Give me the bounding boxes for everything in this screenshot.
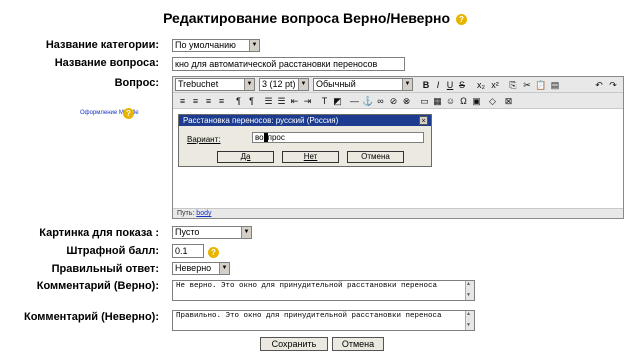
- variant-input[interactable]: во прос: [252, 132, 424, 143]
- editor-path-bar: Путь: body: [173, 208, 623, 218]
- editor-toolbar-1: Trebuchet ▼ 3 (12 pt) ▼ Обычный ▼ B I U …: [173, 77, 623, 93]
- font-select[interactable]: Trebuchet ▼: [175, 78, 255, 91]
- question-help-icon[interactable]: ?: [123, 108, 134, 119]
- nolink-icon[interactable]: ⊗: [401, 95, 412, 107]
- search-replace-icon[interactable]: ▣: [471, 95, 482, 107]
- paste-word-icon[interactable]: ▤: [549, 79, 561, 91]
- image-label: Картинка для показа :: [39, 227, 159, 239]
- image-select[interactable]: Пусто ▼: [172, 226, 252, 239]
- superscript-button[interactable]: x²: [489, 79, 501, 91]
- feedback-false-label: Комментарий (Неверно):: [24, 311, 159, 323]
- no-button[interactable]: Нет: [282, 151, 339, 163]
- path-prefix: Путь:: [177, 210, 195, 217]
- rtl-icon[interactable]: ¶: [246, 95, 257, 107]
- italic-button[interactable]: I: [433, 79, 443, 91]
- chevron-down-icon: ▼: [219, 263, 229, 274]
- ltr-icon[interactable]: ¶: [233, 95, 244, 107]
- feedback-true-text: Не верно. Это окно для принудительной ра…: [176, 282, 438, 290]
- feedback-true-textarea[interactable]: Не верно. Это окно для принудительной ра…: [172, 280, 475, 301]
- paste-icon[interactable]: 📋: [535, 79, 547, 91]
- penalty-input[interactable]: 0.1: [172, 244, 204, 258]
- hr-icon[interactable]: —: [349, 95, 360, 107]
- correct-answer-select[interactable]: Неверно ▼: [172, 262, 230, 275]
- size-select[interactable]: 3 (12 pt) ▼: [259, 78, 309, 91]
- editor-toolbar-2: ≡ ≡ ≡ ≡ ¶ ¶ ☰ ☰ ⇤ ⇥ T ◩ — ⚓ ∞ ⊘ ⊗ ▭ ▦ ☺ …: [173, 93, 623, 109]
- page-title: Редактирование вопроса Верно/Неверно ?: [0, 10, 630, 26]
- unlink-icon[interactable]: ⊘: [388, 95, 399, 107]
- save-button[interactable]: Сохранить: [260, 337, 328, 351]
- redo-icon[interactable]: ↷: [607, 79, 619, 91]
- outdent-icon[interactable]: ⇤: [289, 95, 300, 107]
- dialog-cancel-button[interactable]: Отмена: [347, 151, 404, 163]
- fullscreen-icon[interactable]: ⊠: [503, 95, 514, 107]
- help-icon[interactable]: ?: [455, 13, 467, 25]
- align-left-icon[interactable]: ≡: [177, 95, 188, 107]
- link-icon[interactable]: ∞: [375, 95, 386, 107]
- hyphenation-dialog: Расстановка переносов: русский (Россия) …: [178, 114, 432, 167]
- subscript-button[interactable]: x₂: [475, 79, 487, 91]
- scrollbar[interactable]: [465, 311, 474, 330]
- category-select[interactable]: По умолчанию ▼: [172, 39, 260, 52]
- chevron-down-icon: ▼: [298, 79, 308, 90]
- cut-icon[interactable]: ✂: [521, 79, 533, 91]
- yes-button[interactable]: Да: [217, 151, 274, 163]
- table-icon[interactable]: ▦: [432, 95, 443, 107]
- category-label: Название категории:: [45, 39, 159, 51]
- anchor-icon[interactable]: ⚓: [362, 95, 373, 107]
- chevron-down-icon: ▼: [249, 40, 259, 51]
- justify-icon[interactable]: ≡: [216, 95, 227, 107]
- chevron-down-icon: ▼: [402, 79, 412, 90]
- feedback-true-label: Комментарий (Верно):: [36, 280, 159, 292]
- underline-button[interactable]: U: [445, 79, 455, 91]
- align-center-icon[interactable]: ≡: [190, 95, 201, 107]
- penalty-help-icon[interactable]: ?: [208, 247, 219, 258]
- special-char-icon[interactable]: Ω: [458, 95, 469, 107]
- variant-label: Вариант:: [187, 135, 221, 144]
- text-color-icon[interactable]: T: [319, 95, 330, 107]
- indent-icon[interactable]: ⇥: [302, 95, 313, 107]
- bold-button[interactable]: B: [421, 79, 431, 91]
- unordered-list-icon[interactable]: ☰: [276, 95, 287, 107]
- variant-value-after: прос: [267, 133, 285, 142]
- variant-value-before: во: [255, 133, 264, 142]
- smiley-icon[interactable]: ☺: [445, 95, 456, 107]
- html-source-icon[interactable]: ◇: [487, 95, 498, 107]
- align-right-icon[interactable]: ≡: [203, 95, 214, 107]
- chevron-down-icon: ▼: [244, 79, 254, 90]
- dialog-title: Расстановка переносов: русский (Россия): [179, 115, 431, 126]
- feedback-false-text: Правильно. Это окно для принудительной р…: [176, 312, 442, 320]
- close-icon[interactable]: ×: [419, 116, 428, 125]
- style-select-value: Обычный: [316, 79, 356, 89]
- cancel-button[interactable]: Отмена: [332, 337, 384, 351]
- category-select-value: По умолчанию: [175, 40, 236, 50]
- correct-answer-value: Неверно: [175, 263, 212, 273]
- size-select-value: 3 (12 pt): [262, 79, 296, 89]
- correct-answer-label: Правильный ответ:: [51, 263, 159, 275]
- feedback-false-textarea[interactable]: Правильно. Это окно для принудительной р…: [172, 310, 475, 331]
- undo-icon[interactable]: ↶: [593, 79, 605, 91]
- image-select-value: Пусто: [175, 227, 200, 237]
- font-select-value: Trebuchet: [178, 79, 219, 89]
- path-body-link[interactable]: body: [196, 210, 211, 217]
- bg-color-icon[interactable]: ◩: [332, 95, 343, 107]
- chevron-down-icon: ▼: [241, 227, 251, 238]
- style-select[interactable]: Обычный ▼: [313, 78, 413, 91]
- strike-button[interactable]: S: [457, 79, 467, 91]
- question-name-label: Название вопроса:: [54, 57, 159, 69]
- ordered-list-icon[interactable]: ☰: [263, 95, 274, 107]
- question-name-input[interactable]: кно для автоматической расстановки перен…: [172, 57, 405, 71]
- penalty-label: Штрафной балл:: [66, 245, 159, 257]
- scrollbar[interactable]: [465, 281, 474, 300]
- question-label: Вопрос:: [114, 77, 159, 89]
- page-title-text: Редактирование вопроса Верно/Неверно: [163, 10, 451, 26]
- image-icon[interactable]: ▭: [419, 95, 430, 107]
- copy-icon[interactable]: ⎘: [507, 79, 519, 91]
